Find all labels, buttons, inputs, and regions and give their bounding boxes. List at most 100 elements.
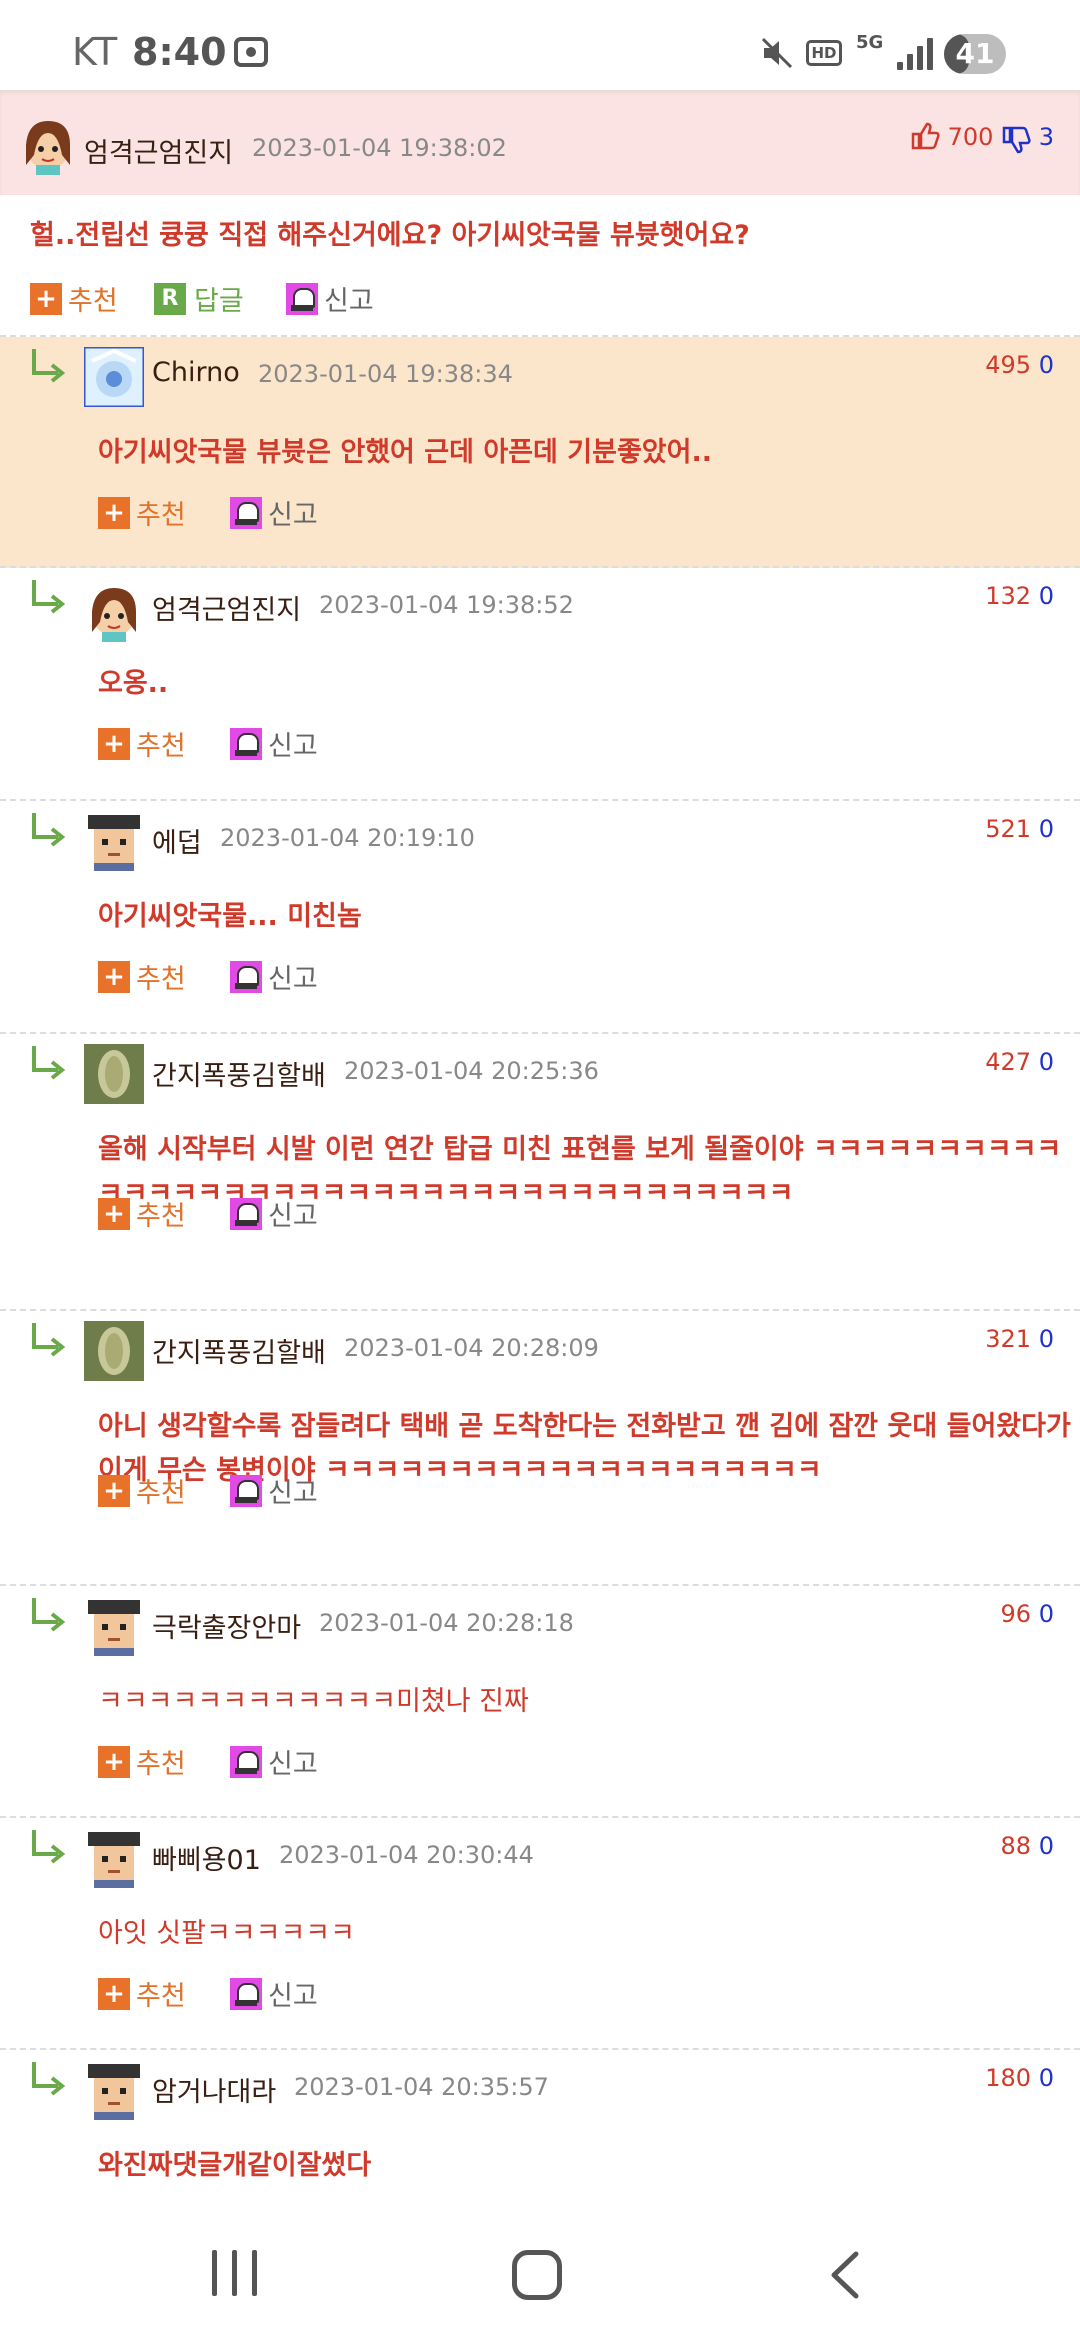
recommend-button[interactable]: +추천 xyxy=(98,1742,186,1781)
comment-date: 2023-01-04 20:28:09 xyxy=(344,1334,599,1362)
comment-upvote-count[interactable]: 427 xyxy=(985,1048,1031,1076)
comment-text: 아기씨앗국물... 미친놈 xyxy=(98,895,362,939)
comment-downvote-count[interactable]: 0 xyxy=(1039,2064,1054,2092)
reply-button[interactable]: R 답글 xyxy=(154,279,244,318)
commenter-avatar[interactable] xyxy=(84,1044,144,1104)
recommend-button[interactable]: +추천 xyxy=(98,1194,186,1233)
thumbs-down-icon[interactable] xyxy=(1001,125,1031,155)
5g-icon: 5G xyxy=(856,32,884,53)
comment-author[interactable]: 극락출장안마 xyxy=(152,1606,301,1645)
author-avatar[interactable] xyxy=(18,115,78,175)
commenter-avatar[interactable] xyxy=(84,1321,144,1381)
reply-arrow-icon xyxy=(28,2058,68,2098)
reply-arrow-icon xyxy=(28,345,68,385)
comment-upvote-count[interactable]: 180 xyxy=(985,2064,1031,2092)
comment-actions: +추천 신고 xyxy=(98,1974,498,2013)
comment-text-line: 아잇 싯팔ㅋㅋㅋㅋㅋㅋ xyxy=(98,1918,355,1949)
recent-apps-icon[interactable] xyxy=(212,2250,260,2300)
comment-downvote-count[interactable]: 0 xyxy=(1039,1325,1054,1353)
comment-votes: 521 0 xyxy=(985,815,1054,843)
report-button[interactable]: 신고 xyxy=(230,493,318,532)
post-votes: 700 3 xyxy=(910,121,1054,155)
comment-text: 아잇 싯팔ㅋㅋㅋㅋㅋㅋ xyxy=(98,1912,355,1956)
comment-upvote-count[interactable]: 321 xyxy=(985,1325,1031,1353)
comment-downvote-count[interactable]: 0 xyxy=(1039,1832,1054,1860)
recommend-label: 추천 xyxy=(136,1749,186,1780)
recommend-button[interactable]: +추천 xyxy=(98,957,186,996)
report-icon xyxy=(230,1977,262,2010)
report-button[interactable]: 신고 xyxy=(230,1742,318,1781)
post-text: 헐..전립선 큥큥 직접 해주신거에요? 아기씨앗국물 뷰븃햇어요? xyxy=(30,220,750,251)
comment-upvote-count[interactable]: 96 xyxy=(1001,1600,1032,1628)
report-label: 신고 xyxy=(268,1478,318,1509)
comment-item: 간지폭풍김할배 2023-01-04 20:25:36 427 0 올해 시작부터 시… xyxy=(0,1034,1080,1311)
comment-author[interactable]: 암거나대라 xyxy=(152,2070,276,2109)
comment-item: 간지폭풍김할배 2023-01-04 20:28:09 321 0 아니 생각할수록 … xyxy=(0,1311,1080,1586)
thumbs-up-icon[interactable] xyxy=(910,121,940,151)
report-icon xyxy=(230,1474,262,1507)
commenter-avatar[interactable] xyxy=(84,811,144,871)
plus-icon: + xyxy=(98,727,130,760)
recommend-label: 추천 xyxy=(136,1201,186,1232)
hd-icon: HD xyxy=(806,40,842,66)
post-upvote-count: 700 xyxy=(947,123,994,151)
comment-downvote-count[interactable]: 0 xyxy=(1039,582,1054,610)
reply-arrow-icon xyxy=(28,809,68,849)
recommend-button[interactable]: +추천 xyxy=(98,1974,186,2013)
navigation-bar xyxy=(0,2210,1080,2340)
comment-text-line: ㅋㅋㅋㅋㅋㅋㅋㅋㅋㅋㅋㅋ미쳤나 진짜 xyxy=(98,1686,529,1717)
comment-text-line: 아니 생각할수록 잠들려다 택배 곧 도착한다는 전화받고 깬 김에 잠깐 웃대… xyxy=(98,1411,1071,1442)
commenter-avatar[interactable] xyxy=(84,582,144,642)
comment-downvote-count[interactable]: 0 xyxy=(1039,1048,1054,1076)
plus-icon: + xyxy=(98,496,130,529)
commenter-avatar[interactable] xyxy=(84,1828,144,1888)
back-icon[interactable] xyxy=(826,2250,866,2300)
comment-downvote-count[interactable]: 0 xyxy=(1039,815,1054,843)
report-button[interactable]: 신고 xyxy=(230,724,318,763)
comment-upvote-count[interactable]: 132 xyxy=(985,582,1031,610)
recommend-button[interactable]: +추천 xyxy=(98,724,186,763)
comment-date: 2023-01-04 19:38:52 xyxy=(319,591,574,619)
reply-arrow-icon xyxy=(28,1042,68,1082)
report-button[interactable]: 신고 xyxy=(286,279,374,318)
comment-upvote-count[interactable]: 521 xyxy=(985,815,1031,843)
reply-icon: R xyxy=(154,282,186,315)
comment-text-line: 아기씨앗국물 뷰븃은 안했어 근데 아픈데 기분좋았어.. xyxy=(98,437,712,468)
comment-upvote-count[interactable]: 495 xyxy=(985,351,1031,379)
comment-author[interactable]: 에덥 xyxy=(152,821,202,860)
commenter-avatar[interactable] xyxy=(84,1596,144,1656)
home-icon[interactable] xyxy=(512,2250,562,2300)
carrier-label: KT xyxy=(72,30,118,74)
report-button[interactable]: 신고 xyxy=(230,957,318,996)
reply-label: 답글 xyxy=(194,286,244,317)
comment-date: 2023-01-04 20:28:18 xyxy=(319,1609,574,1637)
battery-level: 41 xyxy=(955,37,995,70)
report-button[interactable]: 신고 xyxy=(230,1194,318,1233)
comment-actions: +추천 신고 xyxy=(98,493,498,532)
report-button[interactable]: 신고 xyxy=(230,1974,318,2013)
comment-author[interactable]: 빠삐용01 xyxy=(152,1838,261,1877)
reply-arrow-icon xyxy=(28,1594,68,1634)
comment-votes: 495 0 xyxy=(985,351,1054,379)
comment-actions: +추천 신고 xyxy=(98,1742,498,1781)
commenter-avatar[interactable] xyxy=(84,347,144,407)
report-label: 신고 xyxy=(268,964,318,995)
report-button[interactable]: 신고 xyxy=(230,1471,318,1510)
comment-author[interactable]: 엄격근엄진지 xyxy=(152,588,301,627)
recommend-button[interactable]: + 추천 xyxy=(30,279,118,318)
comment-upvote-count[interactable]: 88 xyxy=(1001,1832,1032,1860)
report-label: 신고 xyxy=(324,286,374,317)
recommend-button[interactable]: +추천 xyxy=(98,493,186,532)
post-author[interactable]: 엄격근엄진지 xyxy=(84,131,233,170)
comment-author[interactable]: Chirno xyxy=(152,357,240,388)
clock: 8:40 xyxy=(132,30,227,74)
comment-downvote-count[interactable]: 0 xyxy=(1039,351,1054,379)
comment-author[interactable]: 간지폭풍김할배 xyxy=(152,1054,326,1093)
comment-downvote-count[interactable]: 0 xyxy=(1039,1600,1054,1628)
comment-actions: +추천 신고 xyxy=(98,724,498,763)
comment-item: 빠삐용01 2023-01-04 20:30:44 88 0 아잇 싯팔ㅋㅋㅋㅋㅋㅋ +… xyxy=(0,1818,1080,2050)
commenter-avatar[interactable] xyxy=(84,2060,144,2120)
comment-author[interactable]: 간지폭풍김할배 xyxy=(152,1331,326,1370)
recommend-button[interactable]: +추천 xyxy=(98,1471,186,1510)
report-label: 신고 xyxy=(268,1981,318,2012)
